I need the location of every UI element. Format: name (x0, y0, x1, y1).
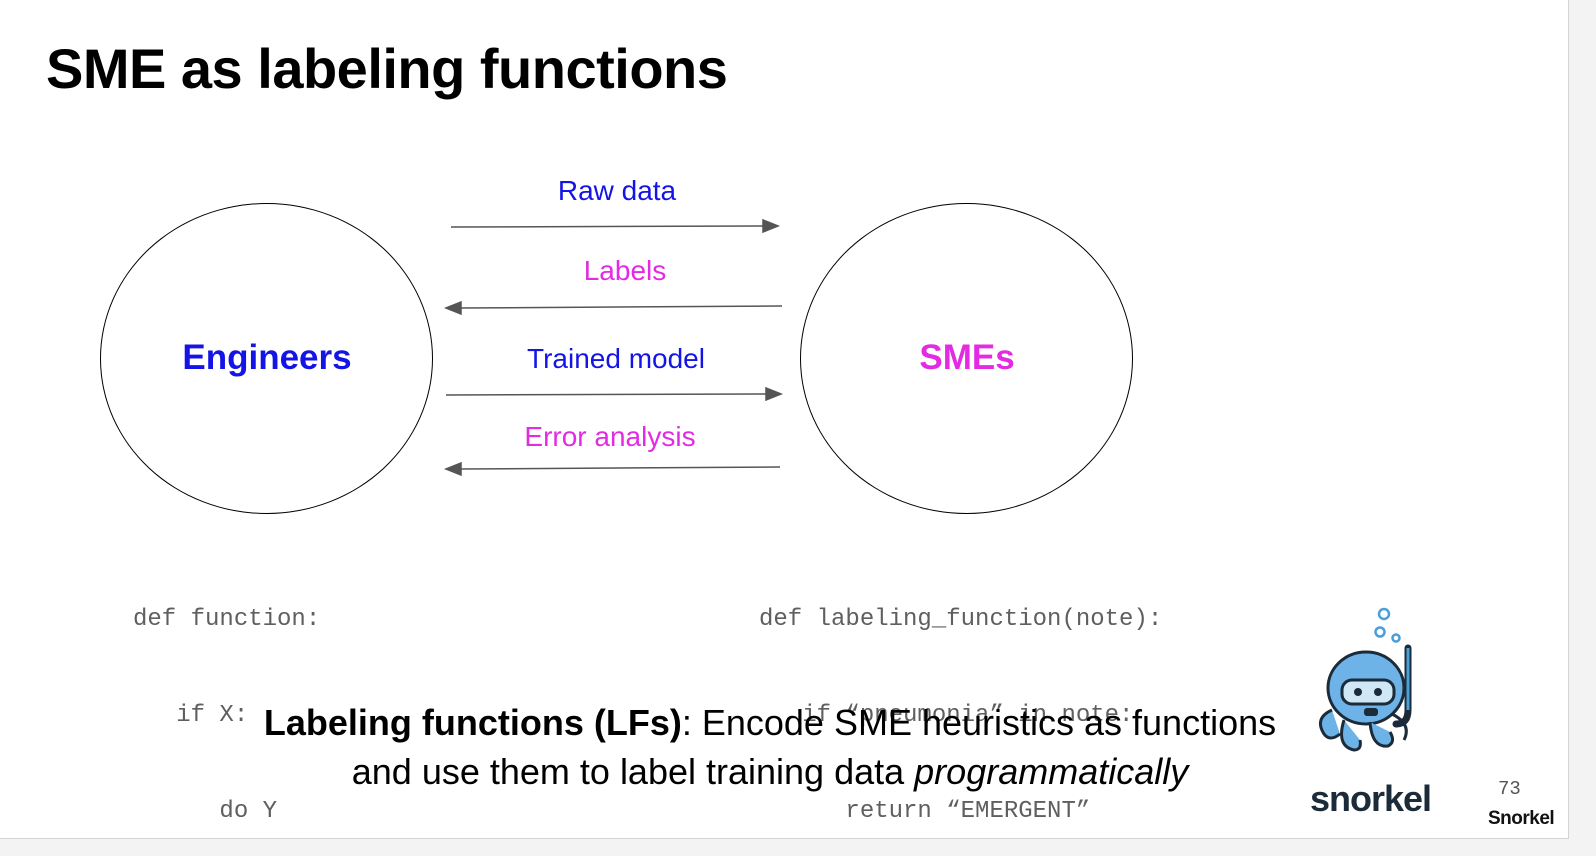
arrow-raw-data (450, 218, 781, 234)
lf-caption: Labeling functions (LFs): Encode SME heu… (150, 698, 1390, 796)
code-line: do Y (133, 798, 278, 825)
arrow-trained-model (445, 386, 784, 402)
viewer-background-bottom (0, 839, 1596, 856)
code-line: return “EMERGENT” (759, 798, 1091, 825)
code-line: def labeling_function(note): (759, 606, 1163, 633)
footer-brand: Snorkel (1488, 808, 1555, 829)
caption-term: Labeling functions (LFs) (263, 702, 682, 743)
arrow-error-analysis (443, 461, 781, 477)
caption-emphasis: programmatically (914, 751, 1189, 792)
code-line: def function: (133, 606, 321, 633)
caption-line2: and use them to label training data (351, 751, 915, 792)
slide: SME as labeling functions Engineers SMEs… (0, 0, 1569, 839)
page-number: 73 (1498, 778, 1521, 800)
snorkel-logo-text: snorkel (1310, 778, 1432, 819)
viewer-background-right (1569, 0, 1596, 856)
arrow-labels (443, 300, 783, 316)
caption-line1: : Encode SME heuristics as functions (681, 702, 1277, 743)
